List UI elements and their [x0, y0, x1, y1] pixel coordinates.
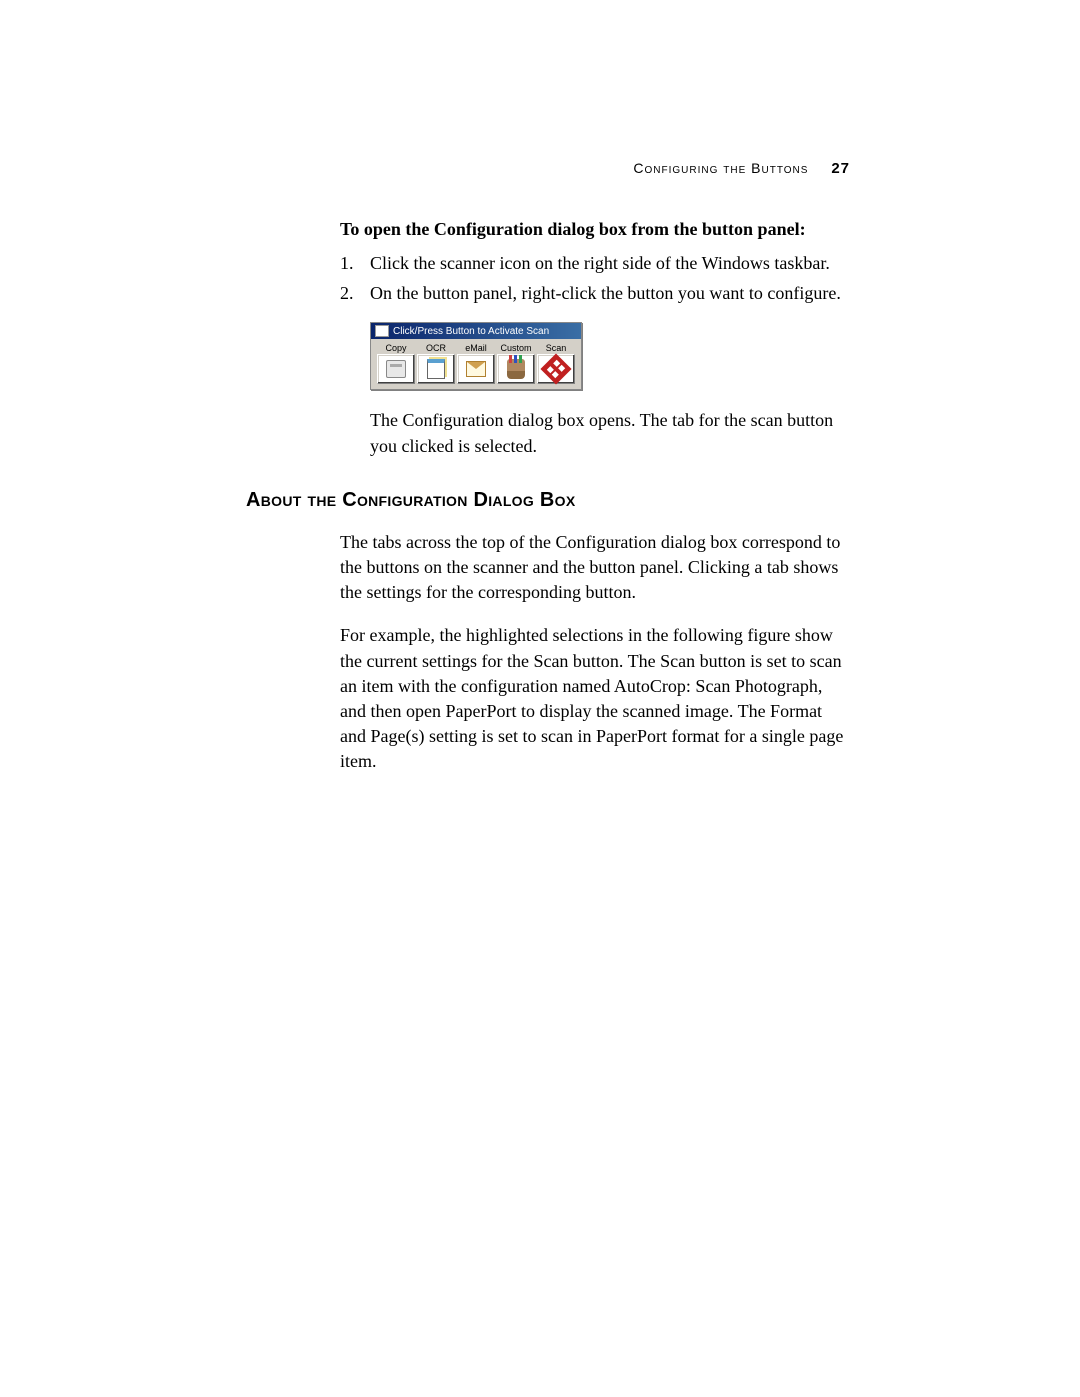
scan-diamond-icon — [540, 354, 571, 385]
custom-button[interactable] — [497, 354, 535, 384]
panel-titlebar: Click/Press Button to Activate Scan — [371, 323, 581, 339]
step-item: On the button panel, right-click the but… — [340, 280, 850, 306]
email-button[interactable] — [457, 354, 495, 384]
panel-icons-row — [375, 354, 577, 384]
step-item: Click the scanner icon on the right side… — [340, 250, 850, 276]
panel-label-ocr: OCR — [417, 343, 455, 353]
steps-list: Click the scanner icon on the right side… — [340, 250, 850, 306]
panel-title: Click/Press Button to Activate Scan — [393, 326, 549, 337]
header-section-title: Configuring the Buttons — [633, 160, 808, 176]
button-panel-figure: Click/Press Button to Activate Scan Copy… — [370, 322, 582, 390]
panel-label-email: eMail — [457, 343, 495, 353]
window-icon — [375, 325, 389, 337]
notepad-icon — [427, 359, 445, 379]
panel-label-copy: Copy — [377, 343, 415, 353]
body-paragraph: For example, the highlighted selections … — [340, 623, 850, 774]
post-figure-text: The Configuration dialog box opens. The … — [370, 408, 850, 458]
section-heading: About the Configuration Dialog Box — [246, 489, 850, 512]
body-paragraph: The tabs across the top of the Configura… — [340, 530, 850, 606]
envelope-icon — [466, 361, 486, 377]
page-number: 27 — [831, 160, 850, 177]
ocr-button[interactable] — [417, 354, 455, 384]
panel-body: Copy OCR eMail Custom Scan — [371, 339, 581, 389]
paint-bucket-icon — [507, 359, 525, 379]
intro-heading: To open the Configuration dialog box fro… — [340, 217, 850, 242]
printer-icon — [386, 360, 406, 378]
panel-label-scan: Scan — [537, 343, 575, 353]
page-content: Configuring the Buttons 27 To open the C… — [0, 0, 1080, 774]
panel-labels-row: Copy OCR eMail Custom Scan — [375, 343, 577, 354]
copy-button[interactable] — [377, 354, 415, 384]
panel-label-custom: Custom — [497, 343, 535, 353]
scan-button[interactable] — [537, 354, 575, 384]
page-header: Configuring the Buttons 27 — [340, 160, 850, 177]
